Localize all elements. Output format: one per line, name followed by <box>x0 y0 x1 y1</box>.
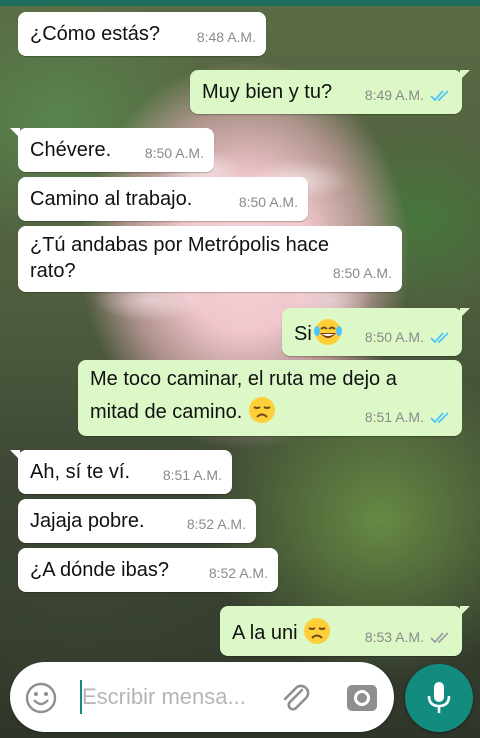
message-text-value: A la uni <box>232 622 298 644</box>
message-time: 8:53 A.M. <box>364 629 424 645</box>
voice-record-button[interactable] <box>405 664 473 732</box>
message-time: 8:51 A.M. <box>162 467 222 483</box>
message-time: 8:52 A.M. <box>208 565 268 581</box>
read-ticks-icon <box>430 332 449 344</box>
message-text: Camino al trabajo. <box>30 188 193 210</box>
disappointed-emoji-icon <box>304 618 331 644</box>
read-ticks-icon <box>430 90 449 102</box>
message-meta: 8:53 A.M. <box>365 624 452 650</box>
message-text: Ah, sí te ví. <box>30 461 131 483</box>
message-outgoing[interactable]: Si 8:50 A.M. <box>282 308 470 356</box>
message-text: Jajaja pobre. <box>30 510 145 532</box>
message-incoming[interactable]: ¿A dónde ibas? 8:52 A.M. <box>18 548 278 592</box>
emoji-icon[interactable] <box>24 681 58 715</box>
bubble-tail <box>460 606 470 616</box>
message-time: 8:50 A.M. <box>144 145 204 161</box>
message-outgoing[interactable]: Muy bien y tu? 8:49 A.M. <box>190 70 470 114</box>
message-text: Muy bien y tu? <box>202 81 333 103</box>
microphone-icon <box>427 682 451 713</box>
message-time: 8:49 A.M. <box>364 87 424 103</box>
message-text-line: rato? <box>30 260 76 282</box>
message-outgoing[interactable]: A la uni 8:53 A.M. <box>220 606 470 656</box>
message-composer: Escribir mensa... <box>10 662 394 732</box>
app-bar-edge <box>0 0 480 6</box>
message-text-line: mitad de camino. <box>90 396 276 425</box>
message-time: 8:52 A.M. <box>186 516 246 532</box>
disappointed-emoji-icon <box>248 397 275 423</box>
message-input[interactable]: Escribir mensa... <box>82 684 246 710</box>
message-text-line: Me toco caminar, el ruta me dejo a <box>90 368 397 390</box>
bubble-tail <box>460 70 470 80</box>
message-text: Chévere. <box>30 139 112 161</box>
message-incoming[interactable]: ¿Tú andabas por Metrópolis hace rato? 8:… <box>18 226 402 292</box>
message-text: Si <box>294 317 343 347</box>
message-incoming[interactable]: Jajaja pobre. 8:52 A.M. <box>18 499 256 543</box>
message-text-value: mitad de camino. <box>90 401 243 423</box>
message-time: 8:50 A.M. <box>238 194 298 210</box>
message-text-value: Si <box>294 323 312 345</box>
message-outgoing[interactable]: Me toco caminar, el ruta me dejo a mitad… <box>78 360 462 436</box>
message-text: ¿Cómo estás? <box>30 23 161 45</box>
camera-icon[interactable] <box>346 682 378 712</box>
delivered-ticks-icon <box>430 632 449 644</box>
message-meta: 8:50 A.M. <box>365 324 452 350</box>
message-meta: 8:51 A.M. <box>365 404 452 430</box>
message-time: 8:48 A.M. <box>196 29 256 45</box>
tears-of-joy-emoji-icon <box>313 319 342 345</box>
bubble-tail <box>10 128 20 138</box>
message-time: 8:50 A.M. <box>364 329 424 345</box>
bubble-tail <box>10 450 20 460</box>
read-ticks-icon <box>430 412 449 424</box>
message-incoming[interactable]: Camino al trabajo. 8:50 A.M. <box>18 177 308 221</box>
message-incoming[interactable]: ¿Cómo estás? 8:48 A.M. <box>18 12 266 56</box>
attach-icon[interactable] <box>278 680 312 714</box>
bubble-tail <box>460 308 470 318</box>
message-time: 8:50 A.M. <box>332 265 392 281</box>
message-incoming[interactable]: Chévere. 8:50 A.M. <box>10 128 214 172</box>
message-text: ¿A dónde ibas? <box>30 559 169 581</box>
message-text-line: ¿Tú andabas por Metrópolis hace <box>30 234 330 256</box>
message-incoming[interactable]: Ah, sí te ví. 8:51 A.M. <box>10 450 232 494</box>
message-time: 8:51 A.M. <box>364 409 424 425</box>
message-meta: 8:49 A.M. <box>365 82 452 108</box>
message-text: A la uni <box>232 617 331 646</box>
